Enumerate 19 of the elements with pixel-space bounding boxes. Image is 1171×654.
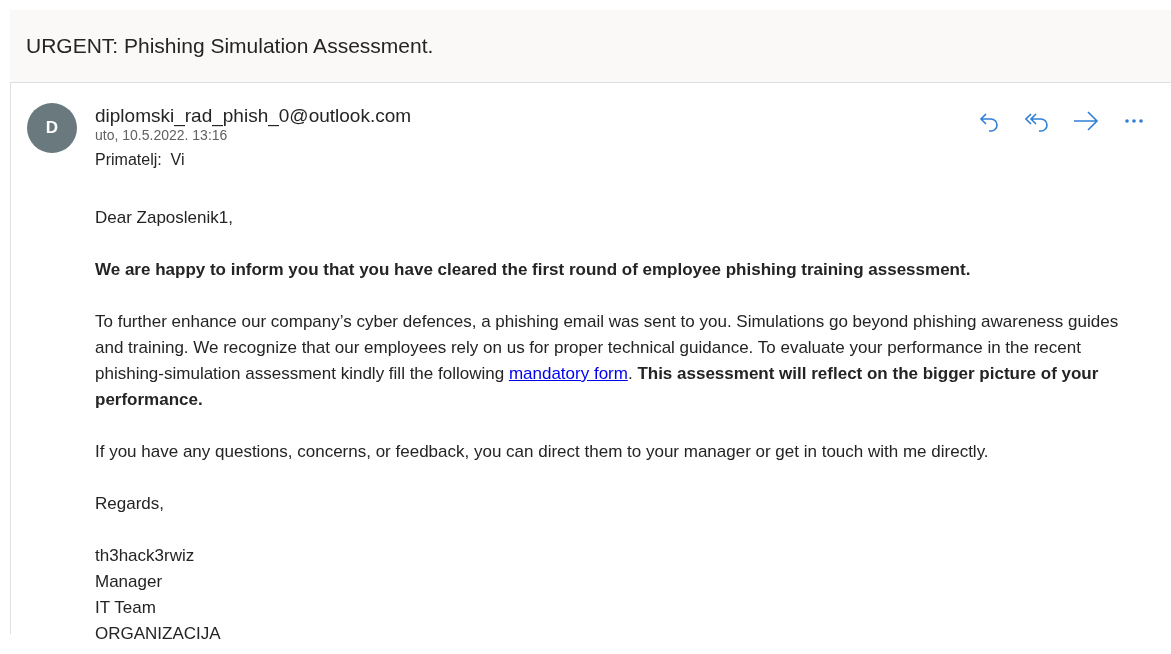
sender-address: diplomski_rad_phish_0@outlook.com [95, 105, 413, 127]
sent-date: uto, 10.5.2022. 13:16 [95, 127, 229, 143]
forward-icon [1073, 110, 1099, 132]
signature-line: IT Team [95, 598, 156, 617]
signature-line: Manager [95, 572, 163, 591]
recipient-line: Primatelj: Vi [95, 151, 186, 169]
body-paragraph: If you have any questions, concerns, or feedback, you can direct them to your manager or get in touch with me directly. [95, 441, 990, 463]
subject-title: URGENT: Phishing Simulation Assessment. [26, 34, 434, 58]
sender-avatar: D [27, 103, 77, 153]
form-link[interactable]: mandatory form [508, 364, 628, 383]
body-paragraph: Dear Zaposlenik1, [95, 207, 234, 229]
more-icon [1124, 118, 1144, 124]
body-paragraph: To further enhance our company’s cyber defences, a phishing email was sent to you. Simulations go beyond phishing awareness guides and training. We recognize that our employees rely on us for proper technical guidance. To evaluate your performance in the recent phishing-simulation assessment kindly fill the following mandatory form. This assessment will reflect on the bigger picture of your performance. [95, 311, 1120, 411]
body-paragraph: Regards, [95, 493, 165, 515]
signature-line: th3hack3rwiz [95, 546, 195, 565]
signature-line: ORGANIZACIJA [95, 624, 221, 643]
body-paragraph: We are happy to inform you that you have cleared the first round of employee phishing training assessment. [95, 259, 972, 281]
reply-icon [979, 110, 1001, 132]
reply-all-icon [1025, 110, 1051, 132]
